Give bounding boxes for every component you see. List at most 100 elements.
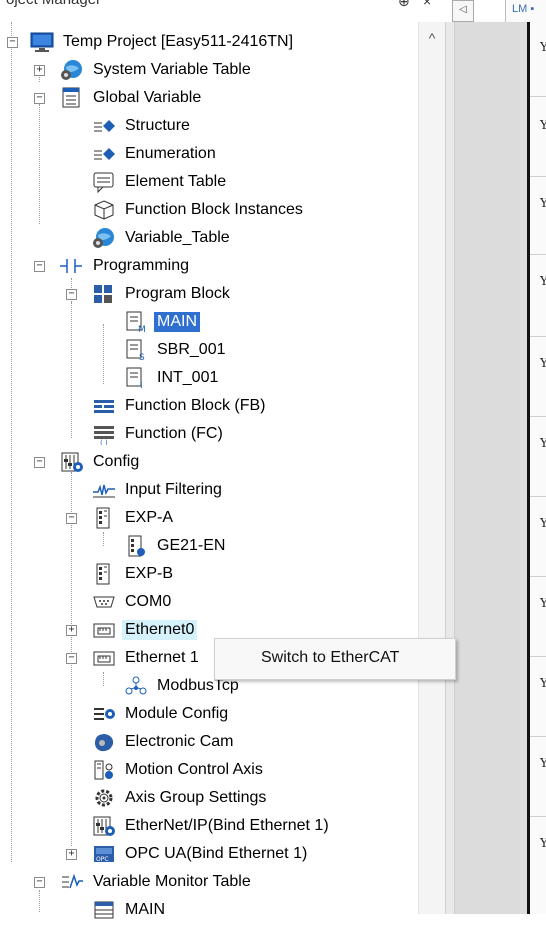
interrupt-icon: I xyxy=(124,367,148,391)
tree-node-label: Variable_Table xyxy=(125,229,230,246)
tree-node-variable-table[interactable]: Variable_Table xyxy=(0,224,233,252)
collapse-toggle[interactable]: − xyxy=(34,261,45,272)
tree-node-element-table[interactable]: Element Table xyxy=(0,168,229,196)
speech-table-icon xyxy=(92,171,116,194)
editor-row-marker: Y xyxy=(540,118,546,132)
monitor-icon xyxy=(30,31,54,53)
tree-node-label: EXP-A xyxy=(125,509,174,526)
collapse-toggle[interactable]: − xyxy=(66,289,77,300)
tree-node-enumeration[interactable]: Enumeration xyxy=(0,140,219,168)
pane-splitter[interactable] xyxy=(445,22,455,914)
axis-icon xyxy=(92,759,116,781)
editor-row-marker: Y xyxy=(540,676,546,690)
tree-node-structure[interactable]: Structure xyxy=(0,112,193,140)
tree-node-function-block-fb[interactable]: Function Block (FB) xyxy=(0,392,268,420)
collapse-toggle[interactable]: − xyxy=(34,457,45,468)
tree-node-module-config[interactable]: Module Config xyxy=(0,700,231,728)
tree-node-label: Input Filtering xyxy=(125,481,222,498)
tree-node-label: Motion Control Axis xyxy=(125,761,263,778)
cam-icon xyxy=(92,731,116,753)
module-config-icon xyxy=(92,703,116,725)
collapse-toggle[interactable]: − xyxy=(34,877,45,888)
expand-toggle[interactable]: + xyxy=(66,625,77,636)
tree-node-ethernet0[interactable]: + Ethernet0 xyxy=(0,616,198,644)
tree-node-ge21-en[interactable]: GE21-EN xyxy=(0,532,228,560)
editor-row-marker: Y xyxy=(540,274,546,288)
tree-node-monitor-main[interactable]: MAIN xyxy=(0,896,168,924)
tree-node-label: EtherNet/IP(Bind Ethernet 1) xyxy=(125,817,329,834)
expansion-module-icon xyxy=(124,535,148,557)
tree-node-variable-monitor-table[interactable]: − Variable Monitor Table xyxy=(0,868,254,896)
tree-node-label: EXP-B xyxy=(125,565,174,582)
table-document-icon xyxy=(60,87,84,109)
tree-node-label: Programming xyxy=(93,257,190,274)
tree-node-electronic-cam[interactable]: Electronic Cam xyxy=(0,728,236,756)
tree-node-function-block-instances[interactable]: Function Block Instances xyxy=(0,196,306,224)
tab-scroll-left-icon[interactable]: ◁ xyxy=(452,0,474,22)
tree-node-exp-a[interactable]: − EXP-A xyxy=(0,504,176,532)
tree-node-label: COM0 xyxy=(125,593,172,610)
tree-node-config[interactable]: − Config xyxy=(0,448,142,476)
tree-node-axis-group-settings[interactable]: Axis Group Settings xyxy=(0,784,269,812)
tree-node-exp-b[interactable]: EXP-B xyxy=(0,560,176,588)
expand-toggle[interactable]: + xyxy=(34,65,45,76)
expansion-module-icon xyxy=(92,563,116,585)
tree-node-label: Function (FC) xyxy=(125,425,223,442)
tree-node-label: Function Block Instances xyxy=(125,201,303,218)
globe-gear-icon xyxy=(92,227,116,249)
expand-toggle[interactable]: + xyxy=(66,849,77,860)
tree-node-sbr-001[interactable]: S SBR_001 xyxy=(0,336,229,364)
subroutine-icon: S xyxy=(124,339,148,363)
switch-to-ethercat-menu-item[interactable]: Switch to EtherCAT xyxy=(261,649,399,667)
tree-node-label: System Variable Table xyxy=(93,61,251,78)
tree-node-label: INT_001 xyxy=(157,369,219,386)
editor-column xyxy=(530,22,546,914)
tree-node-ethernet1[interactable]: − Ethernet 1 xyxy=(0,644,202,672)
close-button[interactable]: × xyxy=(423,0,431,9)
table-icon xyxy=(92,899,116,921)
tree-node-system-variable-table[interactable]: + System Variable Table xyxy=(0,56,254,84)
tree-node-label: MAIN xyxy=(154,312,200,332)
editor-row-marker: Y xyxy=(540,596,546,610)
svg-text:OPC: OPC xyxy=(96,856,109,863)
collapse-toggle[interactable]: − xyxy=(66,513,77,524)
svg-text:S: S xyxy=(139,353,145,361)
editor-row-marker: Y xyxy=(540,836,546,850)
tree-node-label: Variable Monitor Table xyxy=(93,873,251,890)
function-block-icon xyxy=(92,395,116,417)
svg-text:( ): ( ) xyxy=(100,439,108,445)
pin-button[interactable]: ⊕ xyxy=(398,0,410,10)
editor-tab-main[interactable]: LM ▪ xyxy=(505,0,546,22)
collapse-toggle[interactable]: − xyxy=(7,37,18,48)
collapse-toggle[interactable]: − xyxy=(66,653,77,664)
project-tree: − Temp Project [Easy511-2416TN] + System… xyxy=(0,22,445,919)
ethernet-port-icon xyxy=(92,647,116,669)
tree-node-label: Electronic Cam xyxy=(125,733,234,750)
blocks-icon xyxy=(92,283,116,305)
tree-scrollbar[interactable]: ^ xyxy=(418,22,445,914)
gear-icon xyxy=(92,787,116,809)
editor-row-marker: Y xyxy=(540,436,546,450)
tree-node-modbustcp[interactable]: ModbusTcp xyxy=(0,672,242,700)
tree-node-input-filtering[interactable]: Input Filtering xyxy=(0,476,225,504)
tree-node-opc-ua[interactable]: + OPC OPC UA(Bind Ethernet 1) xyxy=(0,840,310,868)
editor-row-marker: Y xyxy=(540,516,546,530)
context-menu: Switch to EtherCAT xyxy=(214,638,456,680)
tree-node-com0[interactable]: COM0 xyxy=(0,588,174,616)
tree-node-int-001[interactable]: I INT_001 xyxy=(0,364,221,392)
tree-node-function-fc[interactable]: ( ) Function (FC) xyxy=(0,420,226,448)
diamond-list-icon xyxy=(92,115,116,137)
tree-node-ethernet-ip[interactable]: EtherNet/IP(Bind Ethernet 1) xyxy=(0,812,332,840)
tree-node-program-block[interactable]: − Program Block xyxy=(0,280,233,308)
tree-node-root[interactable]: − Temp Project [Easy511-2416TN] xyxy=(0,28,296,56)
scroll-up-icon[interactable]: ^ xyxy=(419,30,445,50)
tree-node-global-variable[interactable]: − Global Variable xyxy=(0,84,204,112)
network-nodes-icon xyxy=(124,675,148,697)
svg-text:M: M xyxy=(138,325,146,333)
ladder-contact-icon xyxy=(60,255,84,277)
editor-pane xyxy=(455,22,546,914)
tree-node-programming[interactable]: − Programming xyxy=(0,252,192,280)
tree-node-main[interactable]: M MAIN xyxy=(0,308,200,336)
tree-node-motion-control-axis[interactable]: Motion Control Axis xyxy=(0,756,266,784)
collapse-toggle[interactable]: − xyxy=(34,93,45,104)
